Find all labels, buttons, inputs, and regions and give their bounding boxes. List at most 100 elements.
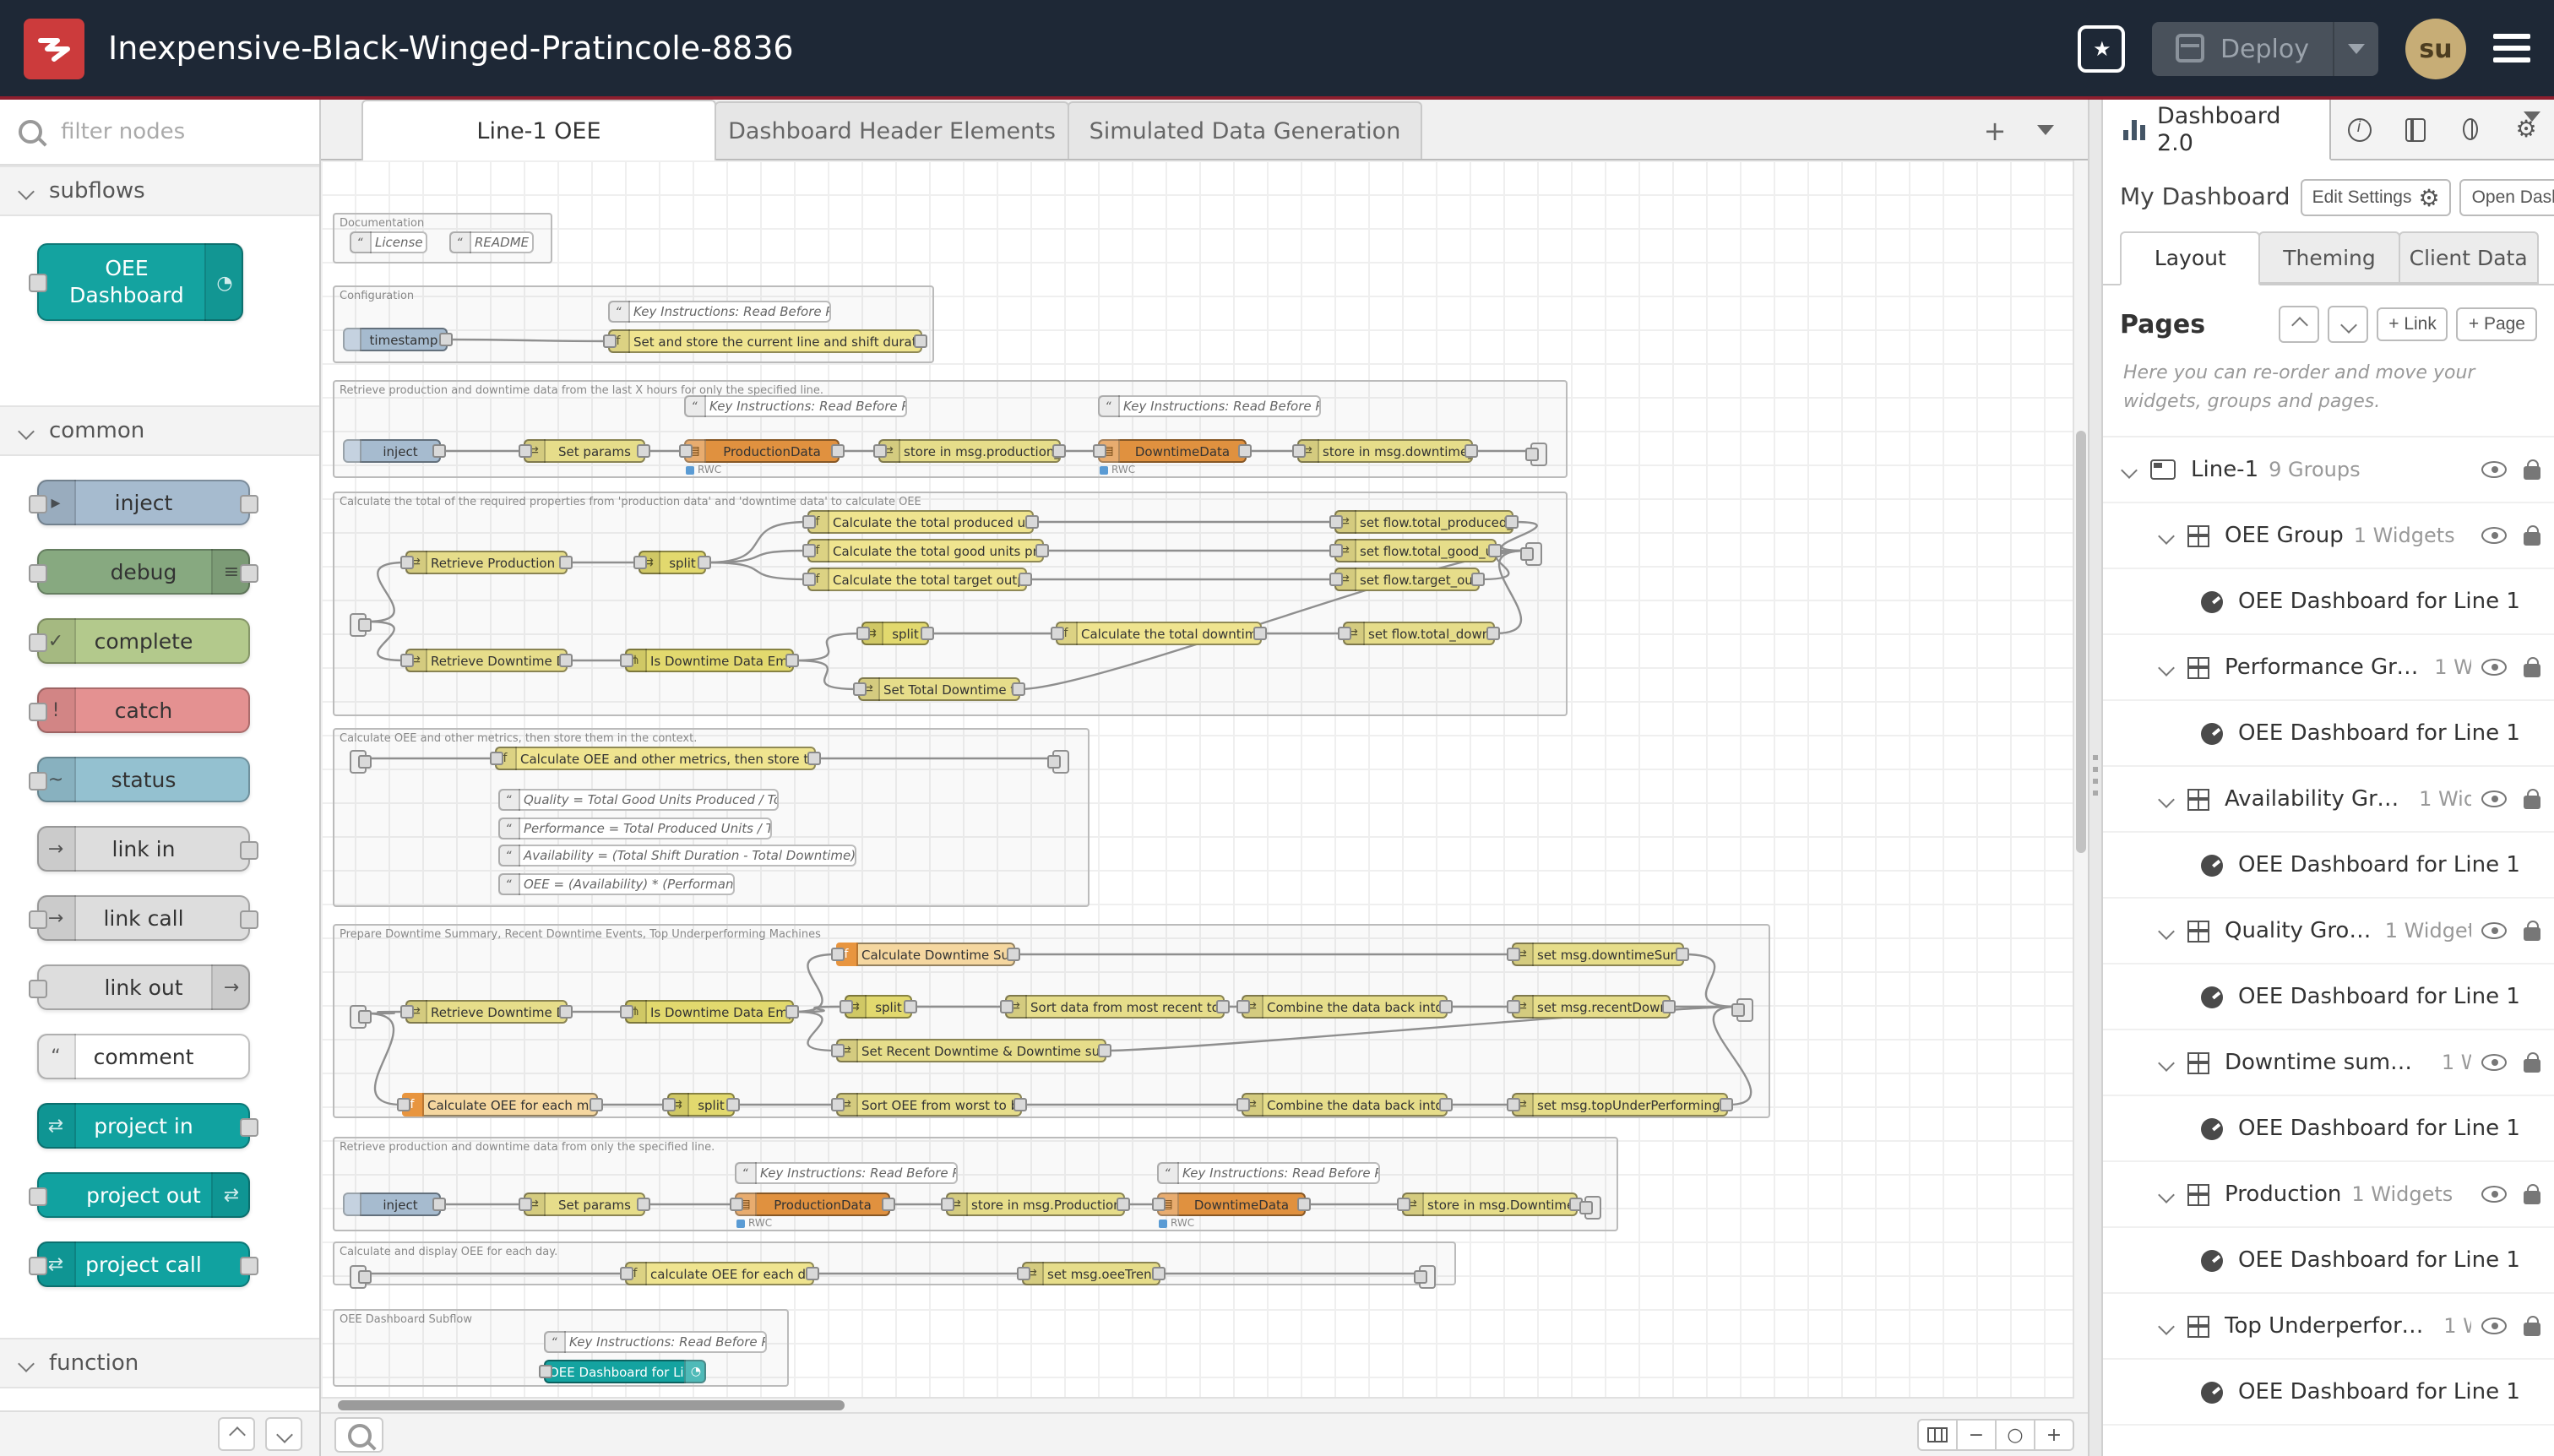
comment-node[interactable]: “OEE = (Availability) * (Performance) * … bbox=[498, 873, 735, 895]
input-port[interactable] bbox=[1414, 1270, 1427, 1284]
canvas-search-button[interactable] bbox=[334, 1417, 383, 1453]
eye-icon[interactable] bbox=[2481, 527, 2507, 544]
lock-icon[interactable] bbox=[2524, 532, 2540, 546]
output-port[interactable] bbox=[904, 1000, 917, 1013]
input-port[interactable] bbox=[662, 1098, 676, 1111]
flow-node-function[interactable]: fcalculate OEE for each day bbox=[625, 1262, 814, 1285]
assistant-icon[interactable]: ★ bbox=[2079, 24, 2126, 72]
tree-row-group[interactable]: Downtime summery1 Widgets bbox=[2103, 1030, 2554, 1096]
chevron-down-icon[interactable] bbox=[2158, 922, 2175, 939]
output-port[interactable] bbox=[1152, 1267, 1166, 1280]
comment-node[interactable]: “Key Instructions: Read Before Proceedin… bbox=[735, 1162, 958, 1184]
chevron-down-icon[interactable] bbox=[2158, 659, 2175, 676]
input-port[interactable] bbox=[1093, 444, 1106, 458]
output-port[interactable] bbox=[785, 1005, 799, 1019]
input-port[interactable] bbox=[679, 444, 693, 458]
output-port[interactable] bbox=[439, 333, 453, 346]
flow-node-inject[interactable]: timestamp bbox=[343, 328, 448, 351]
input-port[interactable] bbox=[1520, 547, 1534, 561]
palette-node-link-call[interactable]: →link call bbox=[37, 895, 250, 941]
output-port[interactable] bbox=[1439, 1098, 1453, 1111]
inject-button[interactable] bbox=[343, 439, 361, 463]
flow-node-function[interactable]: fSet and store the current line and shif… bbox=[608, 329, 922, 353]
flow-node-change[interactable]: ⇄Retrieve Downtime Data bbox=[405, 1000, 568, 1024]
flow-node-db[interactable]: ▤ProductionDataRWC bbox=[684, 439, 840, 463]
flow-node-change[interactable]: ⇄set msg.recentDowntime bbox=[1512, 995, 1671, 1019]
output-port[interactable] bbox=[785, 654, 799, 667]
user-avatar[interactable]: su bbox=[2405, 18, 2466, 79]
input-port[interactable] bbox=[1236, 1000, 1250, 1013]
palette-node-project-in[interactable]: ⇄project in bbox=[37, 1103, 250, 1149]
canvas-vertical-scrollbar[interactable] bbox=[2073, 160, 2088, 1412]
input-port[interactable] bbox=[400, 1005, 414, 1019]
input-port[interactable] bbox=[1507, 1000, 1520, 1013]
input-port[interactable] bbox=[519, 444, 532, 458]
navigator-button[interactable] bbox=[1917, 1419, 1958, 1451]
tree-row-group[interactable]: Top Underperformi...1 Widgets bbox=[2103, 1294, 2554, 1360]
output-port[interactable] bbox=[1505, 515, 1519, 529]
output-port[interactable] bbox=[1238, 444, 1252, 458]
input-port[interactable] bbox=[1000, 1000, 1013, 1013]
eye-icon[interactable] bbox=[2481, 1054, 2507, 1071]
flow-node-switch[interactable]: ⋔Is Downtime Data Empty? bbox=[625, 649, 794, 672]
output-port[interactable] bbox=[1486, 627, 1500, 640]
palette-search-input[interactable] bbox=[57, 117, 284, 146]
flow-node-link-out[interactable] bbox=[1052, 750, 1069, 774]
tree-row-group[interactable]: Availability Group1 Widgets bbox=[2103, 767, 2554, 833]
palette-node-link-out[interactable]: →link out bbox=[37, 964, 250, 1010]
comment-node[interactable]: “Performance = Total Produced Units / To… bbox=[498, 818, 772, 839]
palette-category-function[interactable]: function bbox=[0, 1338, 319, 1388]
output-port[interactable] bbox=[831, 444, 845, 458]
chevron-down-icon[interactable] bbox=[2158, 1317, 2175, 1334]
output-port[interactable] bbox=[590, 1098, 603, 1111]
comment-node[interactable]: “Key Instructions: Read Before Proceedin… bbox=[608, 301, 831, 323]
flow-node-change[interactable]: ⇄store in msg.production_data bbox=[878, 439, 1061, 463]
comment-node[interactable]: “Key Instructions: Read Before Proceedin… bbox=[684, 395, 907, 417]
output-port[interactable] bbox=[1007, 948, 1020, 961]
flow-node-db[interactable]: ▤ProductionDataRWC bbox=[735, 1193, 890, 1216]
palette-node-status[interactable]: ~status bbox=[37, 757, 250, 802]
flow-node-link-in[interactable] bbox=[350, 613, 367, 637]
flow-node-change[interactable]: ⇄set msg.downtimeSummary bbox=[1512, 943, 1684, 966]
input-port[interactable] bbox=[633, 556, 647, 569]
flow-node-split[interactable]: ⇉split bbox=[667, 1093, 735, 1116]
comment-node[interactable]: “Key Instructions: Read Before Proceedin… bbox=[544, 1331, 767, 1353]
tab-layout[interactable]: Layout bbox=[2120, 231, 2261, 285]
zoom-in-button[interactable]: + bbox=[2034, 1419, 2074, 1451]
output-port[interactable] bbox=[1216, 1000, 1230, 1013]
deploy-button[interactable]: Deploy bbox=[2153, 21, 2378, 75]
chevron-down-icon[interactable] bbox=[2158, 790, 2175, 807]
input-port[interactable] bbox=[1731, 1003, 1745, 1017]
flow-node-change[interactable]: ⇄store in msg.ProductionData bbox=[946, 1193, 1125, 1216]
output-port[interactable] bbox=[882, 1198, 895, 1211]
input-port[interactable] bbox=[853, 682, 867, 696]
canvas-horizontal-scrollbar[interactable] bbox=[321, 1397, 2074, 1412]
flow-node-change[interactable]: ⇄Sort data from most recent to oldest bbox=[1005, 995, 1225, 1019]
flow-node-function[interactable]: fCalculate the total target output of to… bbox=[807, 568, 1027, 591]
palette-node-catch[interactable]: !catch bbox=[37, 687, 250, 733]
chevron-down-icon[interactable] bbox=[2158, 1186, 2175, 1203]
eye-icon[interactable] bbox=[2481, 1317, 2507, 1334]
palette-search[interactable] bbox=[0, 100, 319, 166]
flow-list-button[interactable] bbox=[2027, 111, 2064, 149]
sidebar-tab-bug[interactable] bbox=[2443, 100, 2498, 159]
palette-node-comment[interactable]: “comment bbox=[37, 1034, 250, 1079]
palette-node-project-out[interactable]: ⇄project out bbox=[37, 1172, 250, 1218]
palette-category-subflows[interactable]: subflows bbox=[0, 166, 319, 216]
flow-node-change[interactable]: ⇄set msg.oeeTrend bbox=[1022, 1262, 1160, 1285]
input-port[interactable] bbox=[1329, 515, 1343, 529]
input-port[interactable] bbox=[1579, 1201, 1593, 1214]
output-port[interactable] bbox=[698, 556, 711, 569]
output-port[interactable] bbox=[559, 654, 573, 667]
output-port[interactable] bbox=[1253, 627, 1267, 640]
input-port[interactable] bbox=[1051, 627, 1064, 640]
flow-node-change[interactable]: ⇄store in msg.downtime_data bbox=[1297, 439, 1473, 463]
input-port[interactable] bbox=[831, 1044, 845, 1057]
flow-node-change[interactable]: ⇄set msg.topUnderPerformingMachines bbox=[1512, 1093, 1728, 1116]
inject-button[interactable] bbox=[343, 328, 361, 351]
tab-dashboard-2-0[interactable]: Dashboard 2.0 bbox=[2103, 100, 2331, 160]
input-port[interactable] bbox=[941, 1198, 954, 1211]
output-port[interactable] bbox=[559, 1005, 573, 1019]
output-port[interactable] bbox=[807, 752, 821, 765]
sidebar-tab-book[interactable] bbox=[2387, 100, 2443, 159]
